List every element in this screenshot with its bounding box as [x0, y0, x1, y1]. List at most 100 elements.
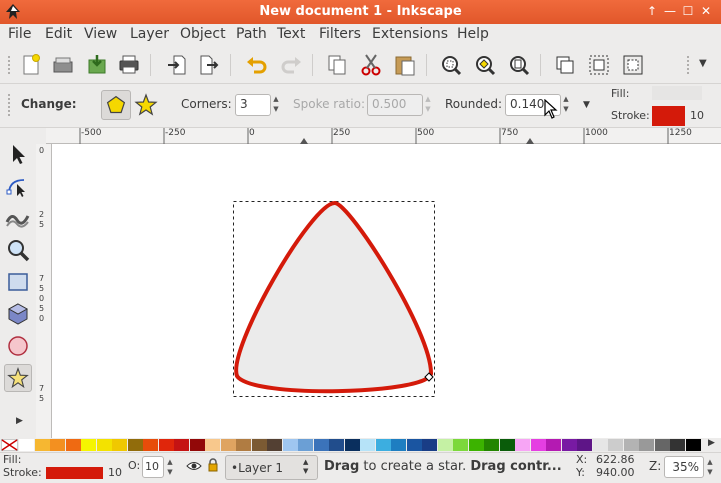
palette-swatch[interactable]	[220, 439, 236, 451]
palette-swatch[interactable]	[251, 439, 267, 451]
palette-swatch[interactable]	[50, 439, 65, 451]
palette-scroll-icon[interactable]: ▶	[708, 438, 715, 448]
palette-swatch[interactable]	[236, 439, 251, 451]
palette-swatch[interactable]	[468, 439, 484, 451]
palette-swatch[interactable]	[484, 439, 499, 451]
palette-swatch[interactable]	[65, 439, 81, 451]
palette-swatch[interactable]	[267, 439, 282, 451]
palette-swatch[interactable]	[189, 439, 205, 451]
zoom-stepper[interactable]: ▲ ▼	[704, 457, 716, 479]
palette-swatch[interactable]	[329, 439, 344, 451]
rectangle-tool-icon[interactable]	[4, 268, 32, 296]
menu-layer[interactable]: Layer	[130, 26, 169, 42]
palette-swatch[interactable]	[19, 439, 34, 451]
palette-swatch[interactable]	[174, 439, 189, 451]
menu-edit[interactable]: Edit	[45, 26, 72, 42]
palette-swatch[interactable]	[158, 439, 174, 451]
corners-stepper[interactable]: ▲ ▼	[270, 94, 282, 116]
rounded-stepper[interactable]: ▲ ▼	[560, 94, 572, 116]
eye-visibility-icon[interactable]	[186, 459, 202, 473]
node-tool-icon[interactable]	[4, 172, 32, 200]
toolbar-overflow-icon[interactable]: ▼	[699, 58, 707, 69]
star-mode-button[interactable]	[131, 90, 161, 120]
palette-swatch[interactable]	[608, 439, 623, 451]
fill-indicator[interactable]	[652, 86, 702, 100]
zoom-drawing-icon[interactable]	[472, 52, 498, 78]
palette-swatch[interactable]	[453, 439, 468, 451]
lock-icon[interactable]	[207, 458, 219, 472]
palette-swatch[interactable]	[654, 439, 670, 451]
print-icon[interactable]	[116, 52, 142, 78]
palette-swatch[interactable]	[81, 439, 96, 451]
opacity-input[interactable]: 10	[142, 456, 164, 478]
open-icon[interactable]	[50, 52, 76, 78]
paste-icon[interactable]	[392, 52, 418, 78]
palette-swatch[interactable]	[623, 439, 639, 451]
palette-swatch[interactable]	[143, 439, 158, 451]
copy-icon[interactable]	[324, 52, 350, 78]
polygon-mode-button[interactable]	[101, 90, 131, 120]
menu-view[interactable]: View	[84, 26, 117, 42]
ellipse-tool-icon[interactable]	[4, 332, 32, 360]
drawing-canvas[interactable]	[52, 144, 721, 438]
palette-swatch[interactable]	[282, 439, 298, 451]
palette-swatch[interactable]	[205, 439, 220, 451]
palette-swatch[interactable]	[577, 439, 592, 451]
palette-swatch[interactable]	[313, 439, 329, 451]
ungroup-icon[interactable]	[620, 52, 646, 78]
palette-swatch[interactable]	[298, 439, 313, 451]
undo-icon[interactable]	[244, 52, 270, 78]
palette-swatch[interactable]	[515, 439, 530, 451]
cut-icon[interactable]	[358, 52, 384, 78]
selector-tool-icon[interactable]	[4, 140, 32, 168]
palette-swatch[interactable]	[406, 439, 422, 451]
zoom-input[interactable]: 35%	[664, 456, 704, 478]
menu-text[interactable]: Text	[277, 26, 305, 42]
menu-extensions[interactable]: Extensions	[372, 26, 448, 42]
palette-swatch[interactable]	[422, 439, 437, 451]
palette-swatch[interactable]	[546, 439, 561, 451]
palette-swatch[interactable]	[561, 439, 577, 451]
3d-box-tool-icon[interactable]	[4, 300, 32, 328]
palette-swatch[interactable]	[685, 439, 701, 451]
zoom-tool-icon[interactable]	[4, 236, 32, 264]
menu-help[interactable]: Help	[457, 26, 489, 42]
palette-swatch[interactable]	[639, 439, 654, 451]
palette-swatch[interactable]	[344, 439, 360, 451]
opacity-stepper[interactable]: ▲ ▼	[164, 457, 176, 479]
minimize-icon[interactable]: —	[662, 3, 678, 19]
palette-swatch[interactable]	[530, 439, 546, 451]
maximize-icon[interactable]: ☐	[680, 3, 696, 19]
palette-swatch[interactable]	[127, 439, 143, 451]
redo-icon[interactable]	[278, 52, 304, 78]
palette-swatch[interactable]	[96, 439, 112, 451]
menu-object[interactable]: Object	[180, 26, 226, 42]
stroke-color-indicator[interactable]	[652, 106, 685, 126]
palette-swatch[interactable]	[670, 439, 685, 451]
tweak-tool-icon[interactable]	[4, 204, 32, 232]
zoom-selection-icon[interactable]	[438, 52, 464, 78]
toolbox-overflow-icon[interactable]: ▶	[16, 416, 23, 426]
palette-swatch[interactable]	[112, 439, 127, 451]
no-paint-swatch[interactable]	[1, 439, 18, 451]
palette-swatch[interactable]	[592, 439, 608, 451]
palette-swatch[interactable]	[391, 439, 406, 451]
zoom-page-icon[interactable]	[506, 52, 532, 78]
palette-swatch[interactable]	[499, 439, 515, 451]
new-document-icon[interactable]	[18, 52, 44, 78]
palette-swatch[interactable]	[375, 439, 391, 451]
controls-overflow-icon[interactable]: ▼	[583, 100, 590, 110]
palette-swatch[interactable]	[437, 439, 453, 451]
status-stroke-swatch[interactable]	[46, 467, 103, 479]
menu-path[interactable]: Path	[236, 26, 267, 42]
export-icon[interactable]	[196, 52, 222, 78]
keep-above-icon[interactable]: ↑	[644, 3, 660, 19]
import-icon[interactable]	[164, 52, 190, 78]
palette-swatch[interactable]	[360, 439, 375, 451]
save-icon[interactable]	[84, 52, 110, 78]
close-icon[interactable]: ✕	[698, 3, 714, 19]
menu-filters[interactable]: Filters	[319, 26, 361, 42]
palette-swatch[interactable]	[34, 439, 50, 451]
rounded-triangle-shape[interactable]	[234, 200, 434, 394]
duplicate-icon[interactable]	[552, 52, 578, 78]
